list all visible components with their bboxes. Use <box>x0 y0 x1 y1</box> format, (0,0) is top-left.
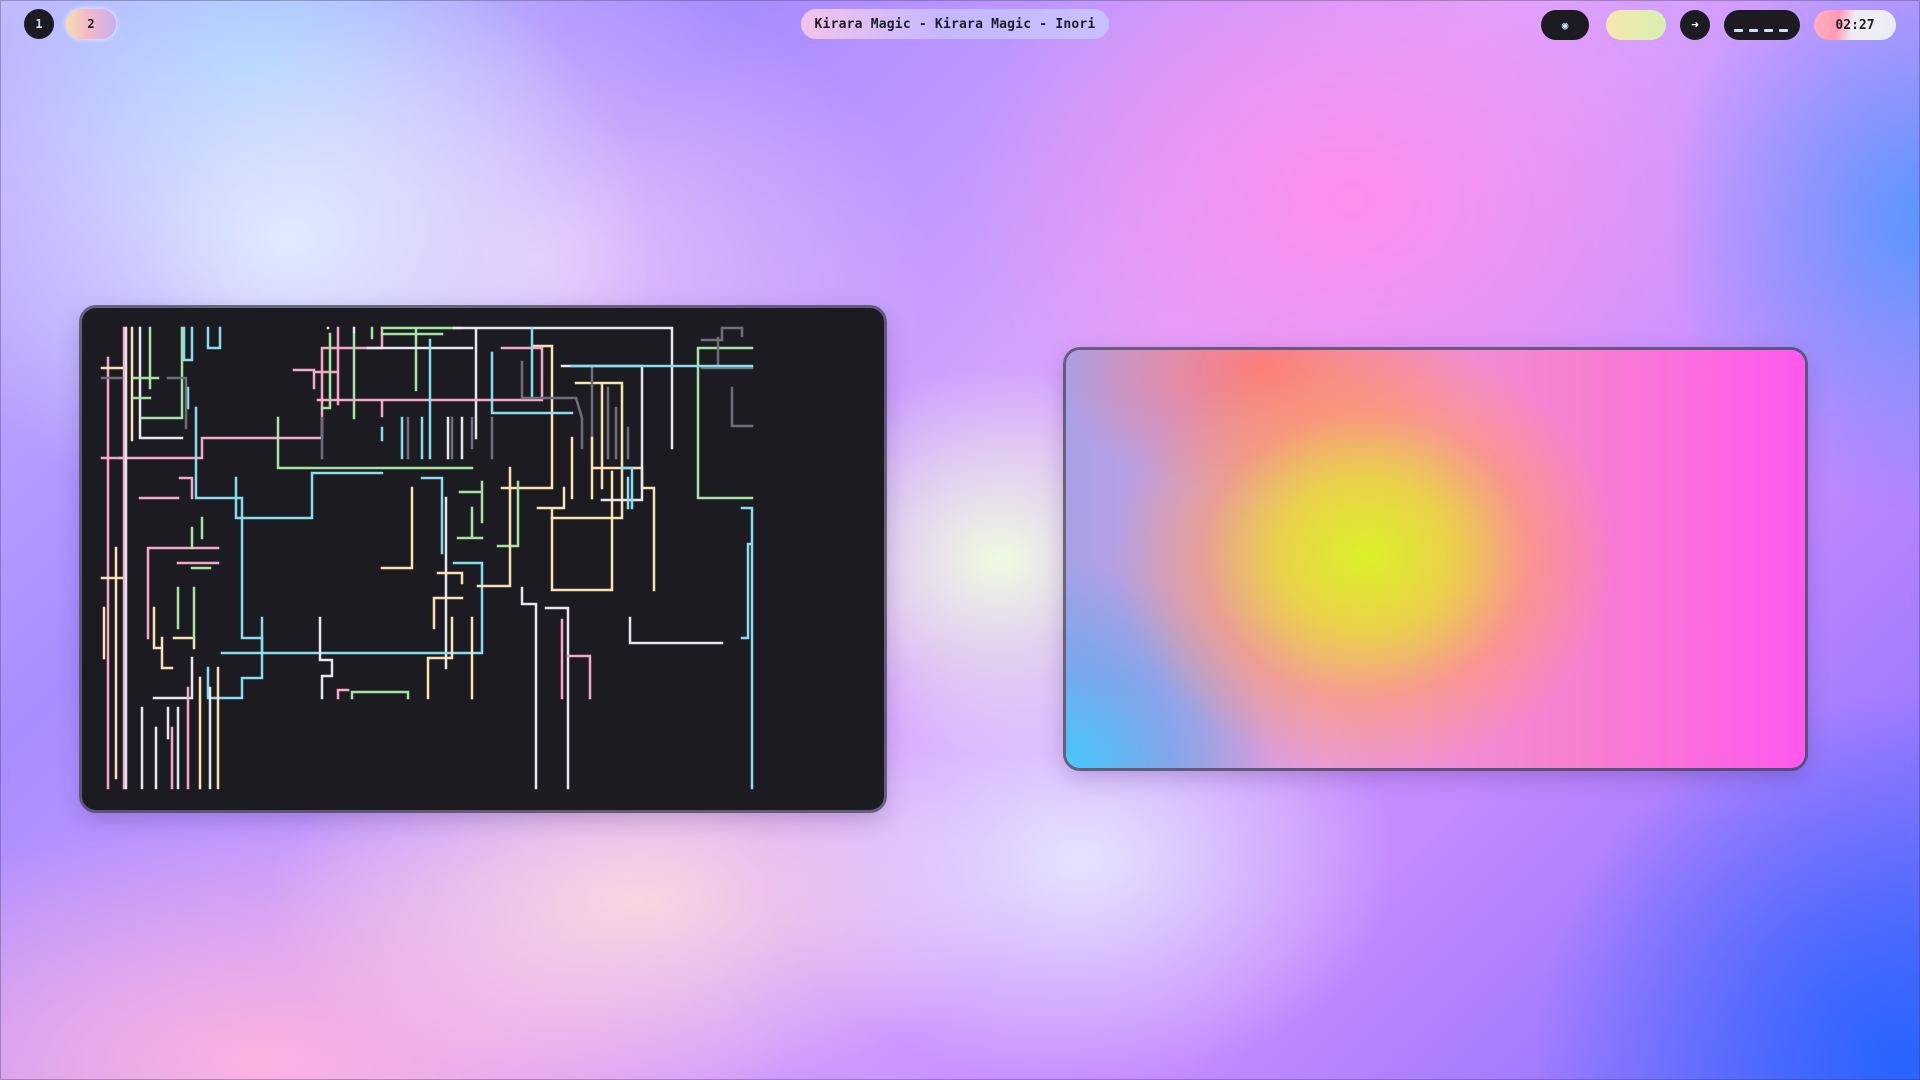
workspace-2-button[interactable]: 2 <box>66 9 116 39</box>
pipe-segment <box>152 606 196 670</box>
visualizer-bar <box>1749 29 1758 32</box>
pipe-segment <box>350 690 410 700</box>
pipe-segment <box>176 586 196 640</box>
gradient-window[interactable] <box>1066 350 1805 768</box>
pipe-segment <box>320 326 464 420</box>
pipe-segment <box>100 456 220 640</box>
forward-button[interactable]: ➜ <box>1680 10 1710 40</box>
terminal-window[interactable] <box>82 308 884 810</box>
pipe-segment <box>570 364 754 790</box>
visualizer-bar <box>1779 29 1788 32</box>
status-pill[interactable] <box>1606 10 1666 40</box>
pipe-segment <box>190 516 212 570</box>
pipe-segment <box>220 471 484 655</box>
pipe-segment <box>336 618 592 700</box>
workspace-1-button[interactable]: 1 <box>24 9 54 39</box>
visualizer-bar <box>1734 29 1743 32</box>
pipe-segment <box>700 326 754 428</box>
pipe-segment <box>176 686 212 790</box>
pipe-segment <box>100 376 188 430</box>
pipe-segment <box>140 656 194 790</box>
pipe-segment <box>100 326 134 780</box>
audio-visualizer[interactable] <box>1724 10 1800 40</box>
pipe-segment <box>426 616 474 700</box>
active-window-title: Kirara Magic - Kirara Magic - Inori <box>801 9 1109 39</box>
clock: 02:27 <box>1814 10 1896 40</box>
pipe-segment <box>170 686 190 790</box>
visualizer-bar <box>1764 29 1773 32</box>
camera-icon: ◉ <box>1561 18 1569 32</box>
arrow-right-icon: ➜ <box>1691 17 1699 33</box>
pipe-segment <box>292 326 340 406</box>
screenshot-button[interactable]: ◉ <box>1541 10 1589 40</box>
pipe-segment <box>444 416 464 670</box>
pipe-segment <box>696 346 754 500</box>
pipe-segment <box>182 326 264 700</box>
pipe-segment <box>318 586 724 790</box>
pipes-animation <box>100 326 754 790</box>
